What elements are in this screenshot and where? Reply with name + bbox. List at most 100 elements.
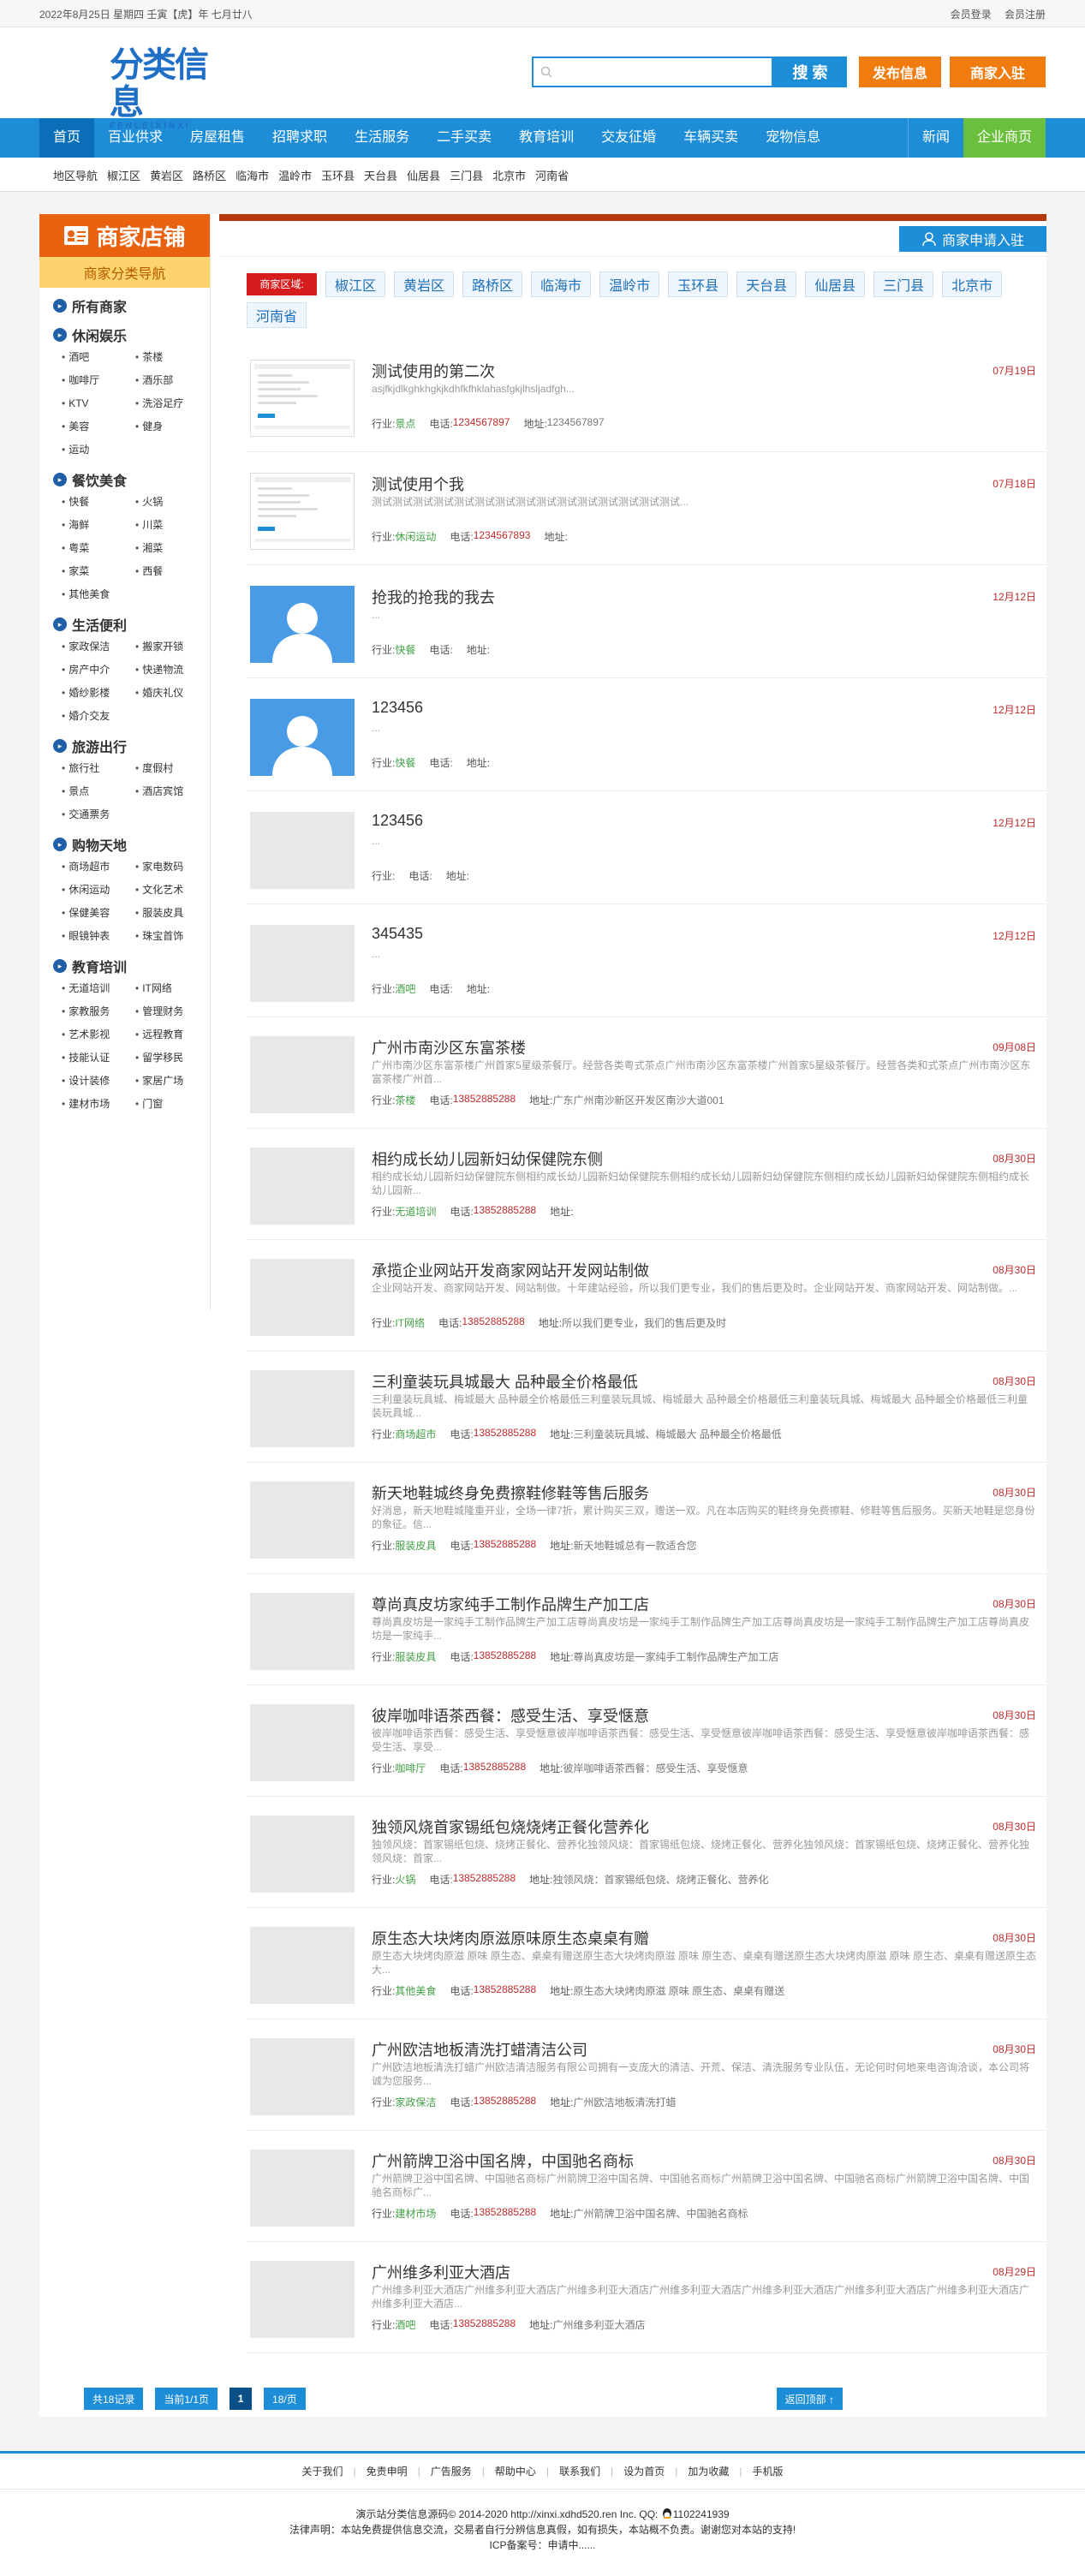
region-tag[interactable]: 温岭市	[599, 271, 660, 297]
listing-row[interactable]: 承揽企业网站开发商家网站开发网站制做 08月30日 企业网站开发、商家网站开发、网站…	[247, 1240, 1046, 1351]
sidebar-category-item[interactable]: 其他美食	[62, 583, 135, 606]
listing-title[interactable]: 彼岸咖啡语茶西餐：感受生活、享受惬意	[372, 1704, 649, 1726]
listing-row[interactable]: 三利童装玩具城最大 品种最全价格最低 08月30日 三利童装玩具城、梅城最大 品种最…	[247, 1351, 1046, 1463]
sidebar-category-item[interactable]: 快递物流	[135, 659, 209, 682]
nav-item-7[interactable]: 交友征婚	[587, 118, 670, 158]
listing-thumb-placeholder[interactable]	[250, 1370, 355, 1447]
nav-item-6[interactable]: 教育培训	[505, 118, 587, 158]
listing-thumb-placeholder[interactable]	[250, 1259, 355, 1336]
listing-thumb-placeholder[interactable]	[250, 2261, 355, 2338]
listing-title[interactable]: 相约成长幼儿园新妇幼保健院东侧	[372, 1148, 603, 1170]
back-to-top-button[interactable]: 返回顶部 ↑	[776, 2388, 843, 2410]
listing-row[interactable]: 345435 12月12日... 行业: 酒吧 电话: 地址:	[247, 904, 1046, 1017]
listing-title[interactable]: 新天地鞋城终身免费擦鞋修鞋等售后服务	[372, 1482, 649, 1504]
listing-row[interactable]: 测试使用个我 07月18日 测试测试测试测试测试测试测试测试测试测试测试测试测试测试…	[247, 452, 1046, 565]
sidebar-category-item[interactable]: 交通票务	[62, 803, 135, 826]
subnav-item-8[interactable]: 仙居县	[407, 167, 440, 183]
listing-title[interactable]: 承揽企业网站开发商家网站开发网站制做	[372, 1259, 649, 1281]
merchant-apply-button[interactable]: 商家申请入驻	[899, 225, 1046, 252]
sidebar-category-item[interactable]: 火锅	[135, 491, 209, 514]
sidebar-category-item[interactable]: 保健美容	[62, 902, 135, 925]
sidebar-section-title[interactable]: ▸ 教育培训	[53, 955, 210, 977]
listing-thumb-placeholder[interactable]	[250, 925, 355, 1002]
region-tag[interactable]: 黄岩区	[394, 271, 455, 297]
subnav-item-7[interactable]: 天台县	[364, 167, 397, 183]
footer-link[interactable]: 免责申明	[367, 2464, 408, 2478]
listing-row[interactable]: 彼岸咖啡语茶西餐：感受生活、享受惬意 08月30日 彼岸咖啡语茶西餐：感受生活、享受…	[247, 1685, 1046, 1797]
sidebar-category-item[interactable]: 湘菜	[135, 537, 209, 560]
sidebar-category-item[interactable]: 酒店宾馆	[135, 780, 209, 803]
listing-title[interactable]: 广州欧洁地板清洗打蜡清洁公司	[372, 2038, 587, 2060]
sidebar-category-item[interactable]: 管理财务	[135, 1000, 209, 1023]
listing-category[interactable]: 酒吧	[395, 2317, 415, 2332]
listing-thumb-placeholder[interactable]	[250, 2150, 355, 2227]
subnav-item-3[interactable]: 路桥区	[193, 167, 226, 183]
listing-row[interactable]: 广州市南沙区东富茶楼 09月08日 广州市南沙区东富茶楼广州首家5星级茶餐厅。经营各…	[247, 1017, 1046, 1129]
sidebar-category-item[interactable]: 酒吧	[62, 346, 135, 369]
region-tag[interactable]: 路桥区	[462, 271, 523, 297]
nav-item-3[interactable]: 招聘求职	[259, 118, 341, 158]
sidebar-category-item[interactable]: 度假村	[135, 757, 209, 780]
listing-category[interactable]: 酒吧	[395, 981, 415, 996]
sidebar-category-item[interactable]: 艺术影视	[62, 1023, 135, 1046]
subnav-item-11[interactable]: 河南省	[535, 167, 569, 183]
sidebar-category-item[interactable]: 景点	[62, 780, 135, 803]
listing-row[interactable]: 独领风烧首家锡纸包烧烧烤正餐化营养化 08月30日 独领风烧：首家锡纸包烧、烧烤正餐…	[247, 1797, 1046, 1908]
sidebar-category-item[interactable]: IT网络	[135, 977, 209, 1000]
sidebar-category-item[interactable]: 商场超市	[62, 856, 135, 879]
listing-category[interactable]: 服装皮具	[395, 1649, 436, 1664]
subnav-item-4[interactable]: 临海市	[235, 167, 269, 183]
listing-category[interactable]: 景点	[395, 416, 415, 431]
listing-thumb-placeholder[interactable]	[250, 1704, 355, 1781]
sidebar-section-title[interactable]: ▸ 餐饮美食	[53, 468, 210, 491]
listing-title[interactable]: 广州维多利亚大酒店	[372, 2261, 510, 2283]
sidebar-category-item[interactable]: 建材市场	[62, 1093, 135, 1116]
listing-thumb-placeholder[interactable]	[250, 1593, 355, 1670]
listing-title[interactable]: 广州箭牌卫浴中国名牌，中国驰名商标	[372, 2150, 634, 2172]
region-tag[interactable]: 天台县	[736, 271, 797, 297]
listing-title[interactable]: 广州市南沙区东富茶楼	[372, 1036, 526, 1058]
listing-category[interactable]: 无道培训	[395, 1204, 436, 1219]
region-tag[interactable]: 玉环县	[668, 271, 729, 297]
sidebar-category-item[interactable]: 婚介交友	[62, 705, 135, 728]
listing-thumb-avatar[interactable]	[250, 586, 355, 663]
listing-category[interactable]: 家政保洁	[395, 2095, 436, 2109]
listing-category[interactable]: 建材市场	[395, 2206, 436, 2221]
sidebar-category-item[interactable]: 留学移民	[135, 1046, 209, 1070]
region-tag[interactable]: 河南省	[247, 302, 307, 328]
listing-title[interactable]: 抢我的抢我的我去	[372, 586, 495, 608]
sidebar-category-item[interactable]: 美容	[62, 415, 135, 438]
listing-row[interactable]: 尊尚真皮坊家纯手工制作品牌生产加工店 08月30日 尊尚真皮坊是一家纯手工制作品牌生…	[247, 1574, 1046, 1685]
listing-row[interactable]: 广州维多利亚大酒店 08月29日 广州维多利亚大酒店广州维多利亚大酒店广州维多利亚大…	[247, 2242, 1046, 2353]
listing-title[interactable]: 123456	[372, 699, 423, 717]
subnav-item-2[interactable]: 黄岩区	[150, 167, 183, 183]
region-tag[interactable]: 仙居县	[805, 271, 866, 297]
sidebar-category-item[interactable]: 珠宝首饰	[135, 925, 209, 948]
listing-category[interactable]: 商场超市	[395, 1427, 436, 1441]
listing-thumb-avatar[interactable]	[250, 699, 355, 776]
footer-link[interactable]: 手机版	[752, 2464, 783, 2478]
listing-row[interactable]: 123456 12月12日... 行业: 快餐 电话: 地址:	[247, 678, 1046, 791]
listing-thumb-placeholder[interactable]	[250, 1816, 355, 1893]
listing-category[interactable]: 快餐	[395, 642, 415, 657]
page-1-button[interactable]: 1	[230, 2388, 253, 2410]
listing-category[interactable]: 其他美食	[395, 1983, 436, 1998]
listing-row[interactable]: 新天地鞋城终身免费擦鞋修鞋等售后服务 08月30日 好消息，新天地鞋城隆重开业，全场…	[247, 1463, 1046, 1574]
sidebar-category-item[interactable]: 健身	[135, 415, 209, 438]
listing-category[interactable]: IT网络	[395, 1315, 425, 1330]
listing-thumb-placeholder[interactable]	[250, 2038, 355, 2115]
sidebar-category-item[interactable]: 运动	[62, 438, 135, 462]
sidebar-category-item[interactable]: 服装皮具	[135, 902, 209, 925]
sidebar-category-item[interactable]: 快餐	[62, 491, 135, 514]
sidebar-category-item[interactable]: 粤菜	[62, 537, 135, 560]
sidebar-category-item[interactable]: KTV	[62, 392, 135, 415]
subnav-item-9[interactable]: 三门县	[450, 167, 483, 183]
footer-link[interactable]: 帮助中心	[495, 2464, 536, 2478]
listing-category[interactable]: 火锅	[395, 1872, 415, 1887]
register-link[interactable]: 会员注册	[1005, 9, 1046, 21]
post-info-button[interactable]: 发布信息	[859, 57, 941, 87]
listing-thumb-placeholder[interactable]	[250, 812, 355, 889]
nav-item-news[interactable]: 新闻	[909, 118, 963, 158]
listing-category[interactable]: 快餐	[395, 755, 415, 770]
sidebar-category-item[interactable]: 家菜	[62, 560, 135, 583]
